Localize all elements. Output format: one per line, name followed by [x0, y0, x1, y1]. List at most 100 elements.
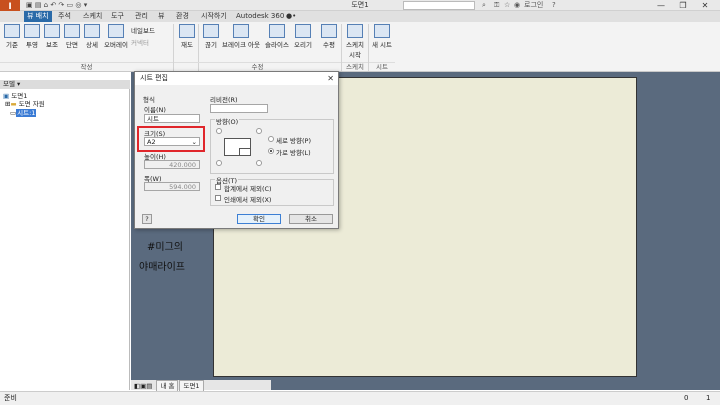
minimize-button[interactable]: — [650, 0, 672, 11]
maximize-button[interactable]: ❐ [672, 0, 694, 11]
title-bar: ▣ ▤ ⌂ ↶ ↷ ▭ ◎ ▾ 도면1 ⌕ ⚿ ☆ ◉ 로그인 ? — ❐ ✕ [0, 0, 720, 11]
search-icon[interactable]: ⌕ [482, 1, 486, 10]
status-count-b: 1 [706, 394, 711, 402]
new-sheet-button[interactable]: 새 시트 [370, 24, 394, 49]
slice-button[interactable]: 슬라이스 [263, 24, 291, 49]
slice-icon [269, 24, 285, 38]
tree-item-drawing[interactable]: ▣ 도면1 [3, 92, 27, 100]
tab-place-views[interactable]: 뷰 배치 [24, 11, 52, 22]
document-tabs: ◧▣▤ 내 홈 도면1 [131, 380, 271, 392]
tab-file[interactable]: 파일 [0, 11, 22, 22]
projected-view-button[interactable]: 투영 [21, 24, 43, 49]
nailboard-button[interactable]: 네일보드 [131, 25, 155, 35]
drawing-icon: ▣ [3, 92, 10, 100]
slice-label: 슬라이스 [265, 41, 289, 49]
base-view-icon [4, 24, 20, 38]
connector-button[interactable]: 커넥터 [131, 37, 149, 47]
tab-nav-icons[interactable]: ◧▣▤ [131, 381, 155, 391]
star-icon[interactable]: ☆ [504, 1, 510, 10]
section-view-icon [64, 24, 80, 38]
tab-manage[interactable]: 관리 [132, 11, 151, 22]
watermark-line-2: 야매라이프 [139, 262, 185, 273]
tree-item-label: 도면 자원 [18, 100, 45, 108]
tab-autodesk-360[interactable]: Autodesk 360 [233, 11, 287, 22]
tab-annotate[interactable]: 주석 [55, 11, 74, 22]
base-view-label: 기준 [6, 41, 18, 49]
user-icon[interactable]: ◉ [514, 1, 520, 10]
auxiliary-view-button[interactable]: 보조 [41, 24, 63, 49]
tab-view[interactable]: 뷰 [155, 11, 167, 22]
exclude-count-checkbox[interactable] [215, 184, 221, 190]
overlay-label: 오버레이 [104, 41, 128, 49]
break-label: 끊기 [205, 41, 217, 49]
close-window-button[interactable]: ✕ [694, 0, 716, 11]
group-sheets: 시트 [369, 62, 395, 71]
dialog-close-button[interactable]: ✕ [327, 72, 334, 85]
break-out-icon [233, 24, 249, 38]
group-sketch: 스케치 [342, 62, 368, 71]
search-input[interactable] [403, 1, 475, 10]
detail-view-label: 상세 [86, 41, 98, 49]
new-sheet-label: 새 시트 [371, 41, 392, 49]
corner-radio-bottom-left[interactable] [216, 160, 222, 166]
horizontal-button[interactable]: 수평 [318, 24, 340, 49]
cancel-button[interactable]: 취소 [289, 214, 333, 224]
exclude-print-checkbox[interactable] [215, 195, 221, 201]
overlay-icon [108, 24, 124, 38]
folder-icon: ▬ [10, 100, 17, 108]
watermark-line-1: #미그의 [147, 242, 183, 253]
create-view-icon [179, 24, 195, 38]
exclude-count-label: 합계에서 제외(C) [224, 185, 272, 193]
orientation-label: 방향(O) [215, 116, 240, 126]
create-view-button[interactable]: 재도 [176, 24, 198, 49]
group-create: 작성 [0, 62, 173, 71]
size-field-highlight [137, 126, 205, 152]
name-field[interactable]: 시트 [144, 114, 200, 123]
name-label: 이름(N) [144, 106, 166, 114]
tab-environments[interactable]: 환경 [173, 11, 192, 22]
tree-item-label: 시트:1 [16, 109, 37, 117]
tab-extra[interactable]: ●• [283, 11, 299, 22]
orientation-preview [224, 138, 251, 156]
browser-header[interactable]: 모델 ▾ [0, 80, 130, 89]
auxiliary-view-icon [44, 24, 60, 38]
break-out-button[interactable]: 브레이크 아웃 [219, 24, 263, 49]
landscape-label: 가로 방향(L) [276, 149, 311, 157]
tree-item-resources[interactable]: ⊞▬ 도면 자원 [5, 100, 45, 108]
title-block-preview [239, 148, 251, 156]
portrait-radio[interactable] [268, 136, 274, 142]
ribbon-tabs: 파일 뷰 배치 주석 스케치 도구 관리 뷰 환경 시작하기 Autodesk … [0, 11, 720, 22]
status-bar: 준비 0 1 [0, 391, 720, 405]
tab-sketch[interactable]: 스케치 [80, 11, 105, 22]
crop-button[interactable]: 오리기 [291, 24, 315, 49]
status-count-a: 0 [684, 394, 689, 402]
ok-button[interactable]: 확인 [237, 214, 281, 224]
help-icon[interactable]: ? [552, 1, 556, 10]
start-sketch-button[interactable]: 스케치 시작 [343, 24, 367, 59]
start-sketch-label: 스케치 시작 [346, 41, 364, 59]
create-view-label: 재도 [181, 41, 193, 49]
landscape-radio[interactable] [268, 148, 274, 154]
help-button[interactable]: ? [142, 214, 152, 224]
base-view-button[interactable]: 기준 [1, 24, 23, 49]
tab-get-started[interactable]: 시작하기 [198, 11, 230, 22]
window-controls: — ❐ ✕ [650, 0, 716, 11]
quick-access-toolbar[interactable]: ▣ ▤ ⌂ ↶ ↷ ▭ ◎ ▾ [26, 1, 87, 10]
corner-radio-bottom-right[interactable] [256, 160, 262, 166]
new-sheet-icon [374, 24, 390, 38]
dialog-title: 시트 편집 [135, 72, 338, 85]
height-field[interactable]: 420.000 [144, 160, 200, 169]
group-modify: 수정 [174, 62, 341, 71]
tree-item-sheet[interactable]: ▭시트:1 [10, 109, 37, 117]
section-view-button[interactable]: 단면 [61, 24, 83, 49]
tab-tools[interactable]: 도구 [108, 11, 127, 22]
overlay-button[interactable]: 오버레이 [103, 24, 129, 49]
corner-radio-top-right[interactable] [256, 128, 262, 134]
revision-field[interactable] [210, 104, 268, 113]
detail-view-button[interactable]: 상세 [81, 24, 103, 49]
user-login-label[interactable]: 로그인 [524, 1, 543, 10]
corner-radio-top-left[interactable] [216, 128, 222, 134]
key-icon[interactable]: ⚿ [494, 1, 499, 10]
width-field[interactable]: 594.000 [144, 182, 200, 191]
exclude-print-label: 인쇄에서 제외(X) [224, 196, 272, 204]
